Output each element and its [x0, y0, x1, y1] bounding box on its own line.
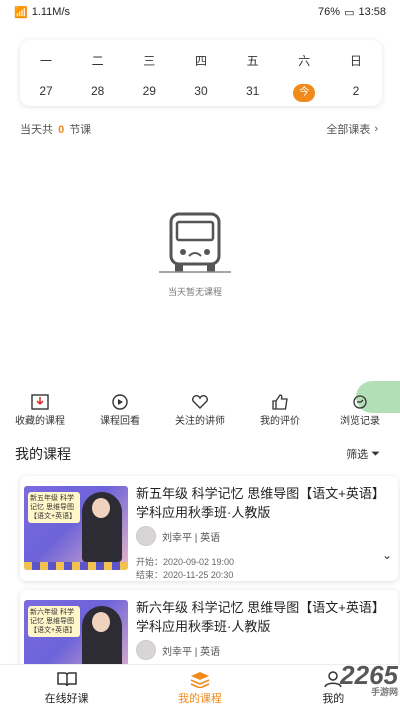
calendar-day[interactable]: 30: [189, 82, 213, 100]
course-teacher: 刘幸平 | 英语: [136, 640, 220, 660]
book-icon: [56, 672, 77, 687]
weekday-label: 二: [91, 54, 104, 68]
quick-history[interactable]: 浏览记录: [320, 392, 400, 432]
battery-icon: ▭: [344, 6, 355, 19]
course-end: 结束：2020-11-25 20:30: [136, 570, 234, 580]
status-bar: 📶 1.11M/s 76% ▭ 13:58: [0, 0, 400, 24]
bus-empty-icon: [159, 212, 231, 273]
tab-my-courses[interactable]: 我的课程: [133, 665, 266, 711]
heart-icon: [192, 395, 208, 409]
thumb-up-icon: [272, 394, 288, 410]
calendar-day[interactable]: 2: [344, 82, 368, 100]
weekday-label: 日: [349, 54, 362, 68]
weekday-label: 五: [246, 54, 259, 68]
calendar-day-today[interactable]: 今: [292, 82, 316, 102]
day-summary: 当天共 0 节课: [20, 124, 92, 136]
weekday-label: 六: [298, 54, 311, 68]
course-title: 新六年级 科学记忆 思维导图【语文+英语】学科应用秋季班·人教版: [136, 600, 385, 634]
course-teacher: 刘幸平 | 英语: [136, 526, 220, 546]
tab-online-courses[interactable]: 在线好课: [0, 665, 133, 711]
filter-icon: ⏷: [371, 447, 380, 460]
avatar: [136, 526, 156, 546]
watermark-logo: 2265 手游网: [340, 660, 398, 697]
network-speed: 1.11M/s: [31, 6, 71, 18]
chevron-down-icon[interactable]: ⌄: [382, 548, 392, 562]
course-title: 新五年级 科学记忆 思维导图【语文+英语】学科应用秋季班·人教版: [136, 486, 385, 520]
calendar-day[interactable]: 28: [86, 82, 110, 100]
quick-replay[interactable]: 课程回看: [80, 392, 160, 432]
lesson-count: 0: [58, 124, 65, 136]
history-icon: [353, 395, 367, 409]
weekday-label: 一: [39, 54, 52, 68]
week-calendar: 一 二 三 四 五 六 日 27 28 29 30 31 今 2: [20, 40, 382, 106]
calendar-day[interactable]: 29: [137, 82, 161, 100]
course-dates: 开始：2020-09-02 19:00 结束：2020-11-25 20:30: [136, 556, 234, 582]
empty-state: 当天暂无课程: [150, 210, 240, 300]
layers-icon: [190, 672, 210, 688]
filter-button[interactable]: 筛选 ⏷: [346, 446, 380, 462]
avatar: [136, 640, 156, 660]
course-card[interactable]: 新五年级 科学记忆 思维导图【语文+英语】 新五年级 科学记忆 思维导图【语文+…: [20, 476, 398, 581]
battery-level: 76%: [318, 6, 341, 18]
empty-text: 当天暂无课程: [167, 287, 222, 297]
course-start: 开始：2020-09-02 19:00: [136, 557, 235, 567]
calendar-day[interactable]: 27: [34, 82, 58, 100]
weekday-label: 四: [194, 54, 207, 68]
course-thumbnail: 新五年级 科学记忆 思维导图【语文+英语】: [24, 486, 128, 570]
quick-actions: 收藏的课程 课程回看 关注的讲师 我的评价 浏览记录: [0, 392, 400, 432]
weekday-label: 三: [143, 54, 156, 68]
calendar-day[interactable]: 31: [241, 82, 265, 100]
replay-icon: [112, 394, 128, 410]
chevron-right-icon: ›: [374, 123, 378, 135]
quick-followed-teachers[interactable]: 关注的讲师: [160, 392, 240, 432]
clock: 13:58: [358, 6, 386, 18]
signal-icon: 📶: [14, 6, 28, 19]
quick-my-reviews[interactable]: 我的评价: [240, 392, 320, 432]
all-schedule-link[interactable]: 全部课表 ›: [326, 121, 378, 137]
quick-favorites[interactable]: 收藏的课程: [0, 392, 80, 432]
download-icon: [31, 394, 49, 410]
section-title: 我的课程: [15, 446, 71, 462]
